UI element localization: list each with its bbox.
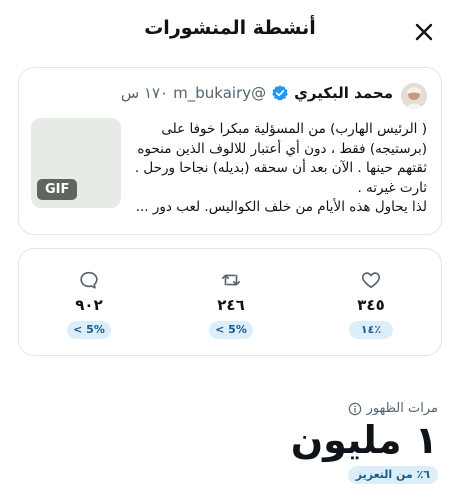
avatar-image xyxy=(401,83,427,109)
close-button[interactable] xyxy=(410,18,438,46)
close-icon xyxy=(415,23,433,41)
reposts-change-badge: < 5% xyxy=(209,321,253,339)
verified-badge-icon xyxy=(272,85,288,101)
reposts-count: ٢٤٦ xyxy=(217,296,245,314)
impressions-value: ١ مليون xyxy=(290,418,438,462)
author-name[interactable]: محمد البكيري xyxy=(294,84,393,102)
tweet-text: ( الرئيس الهارب) من المسؤلية مبكرا خوفا … xyxy=(134,120,427,218)
tweet-card[interactable]: محمد البكيري @m_bukairy ١٧٠ س ( الرئيس ا… xyxy=(18,67,442,235)
avatar[interactable] xyxy=(401,83,427,109)
tweet-line: (برستيجه) فقط ، دون أي أعتبار للالوف الذ… xyxy=(137,140,427,157)
gif-badge: GIF xyxy=(37,179,78,200)
boost-badge: ٦٪ من التعزيز xyxy=(347,466,438,484)
tweet-line: لذا يحاول هذه الأيام من خلف الكواليس. لع… xyxy=(135,199,427,215)
reply-icon xyxy=(80,271,98,289)
likes-change-badge: ١٤٪ xyxy=(349,321,393,339)
tweet-line: ( الرئيس الهارب) من المسؤلية مبكرا خوفا … xyxy=(161,121,427,137)
impressions-label-row: مرات الظهور xyxy=(348,401,438,416)
tweet-author-row: محمد البكيري @m_bukairy ١٧٠ س xyxy=(121,84,393,102)
author-handle[interactable]: @m_bukairy xyxy=(173,84,266,102)
likes-stat[interactable]: ٣٤٥ ١٤٪ xyxy=(321,249,421,355)
repost-icon xyxy=(221,274,241,286)
gif-thumbnail[interactable]: GIF xyxy=(31,118,121,208)
replies-change-badge: < 5% xyxy=(67,321,111,339)
replies-stat[interactable]: ٩٠٢ < 5% xyxy=(39,249,139,355)
tweet-line: ثقتهم حينها . الآن بعد أن سحقه (بديله) ن… xyxy=(134,160,427,176)
header: أنشطة المنشورات xyxy=(0,0,460,62)
reposts-stat[interactable]: ٢٤٦ < 5% xyxy=(181,249,281,355)
engagement-stats-card: ٩٠٢ < 5% ٢٤٦ < 5% ٣٤٥ ١٤٪ xyxy=(18,248,442,356)
replies-count: ٩٠٢ xyxy=(75,296,103,314)
info-icon[interactable] xyxy=(348,402,362,416)
tweet-line: ثارت غيرته . xyxy=(357,179,427,196)
tweet-time: ١٧٠ س xyxy=(120,84,169,102)
impressions-label: مرات الظهور xyxy=(366,401,438,416)
likes-count: ٣٤٥ xyxy=(357,296,385,314)
page-title: أنشطة المنشورات xyxy=(144,17,316,39)
heart-icon xyxy=(361,272,381,289)
